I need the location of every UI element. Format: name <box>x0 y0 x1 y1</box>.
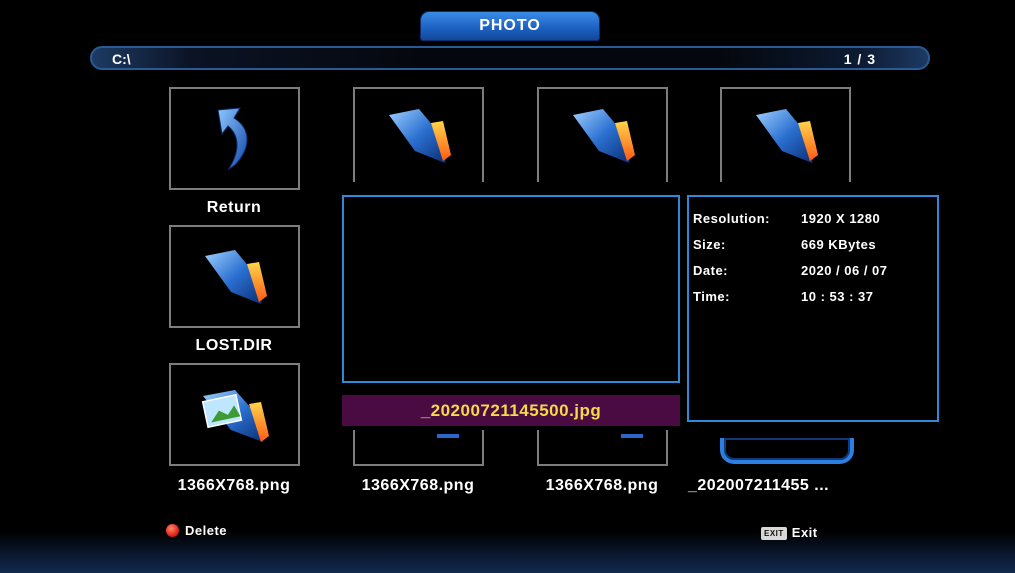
return-arrow-icon <box>216 106 247 170</box>
image-label: 1366X768.png <box>545 477 659 494</box>
image-tile[interactable] <box>353 430 484 466</box>
folder-tile[interactable] <box>353 87 484 182</box>
info-size: Size: 669 KBytes <box>693 237 876 252</box>
exit-hint[interactable]: EXIT Exit <box>761 525 818 540</box>
return-label: Return <box>206 199 262 216</box>
info-value: 669 KBytes <box>801 237 877 252</box>
info-date: Date: 2020 / 06 / 07 <box>693 263 888 278</box>
delete-hint[interactable]: Delete <box>166 523 227 538</box>
folder-icon <box>755 108 818 163</box>
image-tile[interactable] <box>169 363 300 466</box>
info-resolution: Resolution: 1920 X 1280 <box>693 211 880 226</box>
info-key: Date: <box>693 263 729 278</box>
exit-key-icon: EXIT <box>761 527 787 540</box>
page-title: PHOTO <box>421 12 599 40</box>
folder-icon <box>572 108 635 163</box>
delete-label: Delete <box>185 523 228 538</box>
image-label: 1366X768.png <box>361 477 475 494</box>
lost-dir-label: LOST.DIR <box>195 337 273 354</box>
info-time: Time: 10 : 53 : 37 <box>693 289 874 304</box>
folder-tile[interactable] <box>537 87 668 182</box>
thumbnail-fragment <box>621 434 643 438</box>
current-path: C:\ <box>112 51 131 67</box>
info-value: 1920 X 1280 <box>801 211 881 226</box>
page-indicator: 1 / 3 <box>843 51 876 67</box>
lost-dir-tile[interactable] <box>169 225 300 328</box>
selected-tile-outline[interactable] <box>720 438 854 464</box>
info-value: 2020 / 06 / 07 <box>801 263 888 278</box>
return-tile[interactable] <box>169 87 300 190</box>
info-key: Time: <box>693 289 730 304</box>
file-info-panel: Resolution: 1920 X 1280 Size: 669 KBytes D… <box>687 195 939 422</box>
exit-label: Exit <box>791 525 818 540</box>
footer-bar <box>0 532 1015 573</box>
info-key: Size: <box>693 237 726 252</box>
folder-icon <box>388 108 451 163</box>
preview-filename: _20200721145500.jpg <box>342 395 680 426</box>
image-label: _202007211455 ... <box>688 477 830 494</box>
image-label: 1366X768.png <box>177 477 291 494</box>
photo-folder-icon <box>201 389 269 442</box>
thumbnail-fragment <box>437 434 459 438</box>
preview-pane <box>342 195 680 383</box>
image-tile[interactable] <box>537 430 668 466</box>
path-bar: C:\ 1 / 3 <box>90 46 930 70</box>
folder-icon <box>204 249 267 304</box>
folder-tile[interactable] <box>720 87 851 182</box>
red-button-icon <box>166 524 179 537</box>
info-value: 10 : 53 : 37 <box>801 289 874 304</box>
info-key: Resolution: <box>693 211 770 226</box>
